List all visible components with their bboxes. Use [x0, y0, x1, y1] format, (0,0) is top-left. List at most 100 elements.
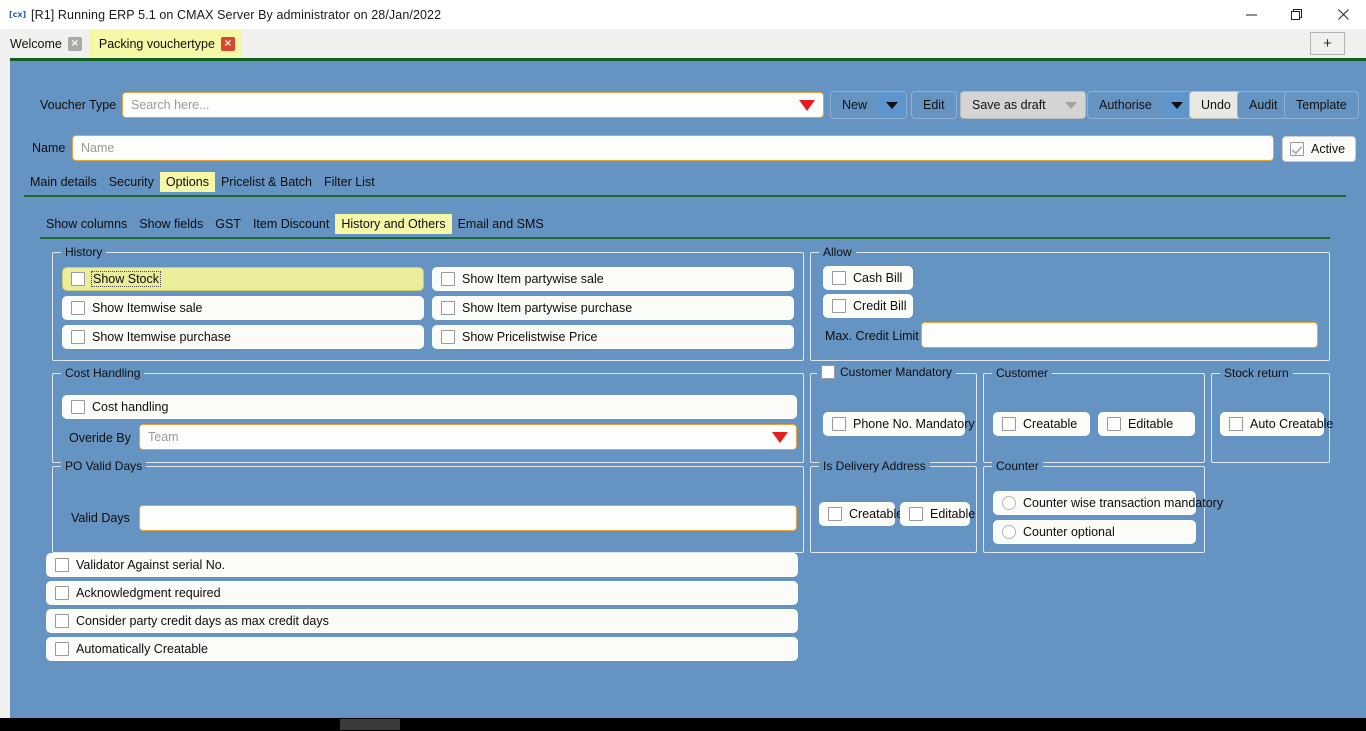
authorise-button[interactable]: Authorise — [1087, 91, 1192, 119]
option-counter-wise-transaction-mandatory[interactable]: Counter wise transaction mandatory — [993, 491, 1196, 515]
tab-pricelist-batch[interactable]: Pricelist & Batch — [215, 172, 318, 192]
save-as-draft-button[interactable]: Save as draft — [960, 91, 1086, 119]
option-consider-party-credit-days[interactable]: Consider party credit days as max credit… — [46, 609, 798, 633]
option-credit-bill[interactable]: Credit Bill — [823, 294, 913, 318]
undo-button[interactable]: Undo — [1189, 91, 1243, 119]
scrollbar-thumb[interactable] — [340, 719, 400, 730]
window-controls — [1228, 0, 1366, 29]
option-phone-no-mandatory[interactable]: Phone No. Mandatory — [823, 412, 965, 436]
sub-tab-underline — [40, 237, 1330, 239]
option-show-itemwise-sale[interactable]: Show Itemwise sale — [62, 296, 424, 320]
checkbox-icon[interactable] — [832, 299, 846, 313]
po-valid-days-group-title: PO Valid Days — [61, 459, 146, 473]
audit-button[interactable]: Audit — [1237, 91, 1290, 119]
option-customer-creatable[interactable]: Creatable — [993, 412, 1090, 436]
customer-mandatory-group-title[interactable]: Customer Mandatory — [817, 365, 956, 379]
checkbox-icon[interactable] — [441, 301, 455, 315]
option-label: Counter wise transaction mandatory — [1023, 496, 1223, 510]
tab-security[interactable]: Security — [103, 172, 160, 192]
checkbox-icon[interactable] — [1002, 417, 1016, 431]
checkbox-icon[interactable] — [1107, 417, 1121, 431]
subtab-email-and-sms[interactable]: Email and SMS — [452, 214, 550, 234]
checkbox-icon[interactable] — [55, 614, 69, 628]
subtab-history-and-others[interactable]: History and Others — [335, 214, 451, 234]
tab-main-details[interactable]: Main details — [24, 172, 103, 192]
checkbox-icon[interactable] — [55, 558, 69, 572]
option-delivery-creatable[interactable]: Creatable — [819, 502, 895, 526]
valid-days-input[interactable] — [139, 505, 797, 531]
option-label: Cost handling — [92, 400, 168, 414]
maximize-button[interactable] — [1274, 0, 1320, 29]
option-acknowledgment-required[interactable]: Acknowledgment required — [46, 581, 798, 605]
max-credit-limit-input[interactable] — [921, 322, 1318, 348]
option-cost-handling[interactable]: Cost handling — [62, 395, 797, 419]
edit-button[interactable]: Edit — [911, 91, 957, 119]
authorise-dropdown-icon[interactable] — [1163, 92, 1191, 118]
subtab-item-discount[interactable]: Item Discount — [247, 214, 335, 234]
new-dropdown-icon[interactable] — [878, 92, 906, 118]
option-show-item-partywise-purchase[interactable]: Show Item partywise purchase — [432, 296, 794, 320]
option-customer-editable[interactable]: Editable — [1098, 412, 1195, 436]
title-bar: [cx] [R1] Running ERP 5.1 on CMAX Server… — [0, 0, 1366, 29]
main-tab-underline — [24, 195, 1346, 197]
option-auto-creatable[interactable]: Auto Creatable — [1220, 412, 1324, 436]
checkbox-icon[interactable] — [1290, 142, 1304, 156]
option-counter-optional[interactable]: Counter optional — [993, 520, 1196, 544]
edit-button-label: Edit — [912, 92, 956, 118]
override-by-input[interactable]: Team — [139, 424, 797, 450]
tab-close-icon[interactable]: × — [221, 37, 235, 51]
dropdown-arrow-icon[interactable] — [799, 100, 815, 111]
subtab-show-columns[interactable]: Show columns — [40, 214, 133, 234]
valid-days-label: Valid Days — [71, 511, 130, 525]
option-delivery-editable[interactable]: Editable — [900, 502, 970, 526]
tab-filter-list[interactable]: Filter List — [318, 172, 381, 192]
bottom-scroll-bar[interactable] — [0, 718, 1366, 731]
option-label: Consider party credit days as max credit… — [76, 614, 329, 628]
checkbox-icon[interactable] — [441, 330, 455, 344]
checkbox-icon[interactable] — [71, 301, 85, 315]
option-cash-bill[interactable]: Cash Bill — [823, 266, 913, 290]
save-dropdown-icon[interactable] — [1057, 92, 1085, 118]
option-label: Cash Bill — [853, 271, 902, 285]
option-show-itemwise-purchase[interactable]: Show Itemwise purchase — [62, 325, 424, 349]
subtab-gst[interactable]: GST — [209, 214, 247, 234]
option-label: Automatically Creatable — [76, 642, 208, 656]
new-button[interactable]: New — [830, 91, 907, 119]
tab-close-icon[interactable]: × — [68, 37, 82, 51]
option-automatically-creatable[interactable]: Automatically Creatable — [46, 637, 798, 661]
minimize-button[interactable] — [1228, 0, 1274, 29]
checkbox-icon[interactable] — [441, 272, 455, 286]
checkbox-icon[interactable] — [828, 507, 842, 521]
voucher-type-input[interactable]: Search here... — [122, 92, 824, 118]
checkbox-icon[interactable] — [832, 271, 846, 285]
checkbox-icon[interactable] — [821, 365, 835, 379]
option-validator-against-serial-no[interactable]: Validator Against serial No. — [46, 553, 798, 577]
subtab-show-fields[interactable]: Show fields — [133, 214, 209, 234]
active-checkbox[interactable]: Active — [1282, 136, 1356, 162]
option-label: Show Itemwise sale — [92, 301, 202, 315]
checkbox-icon[interactable] — [1229, 417, 1243, 431]
option-show-stock[interactable]: Show Stock — [62, 267, 424, 291]
radio-icon[interactable] — [1002, 496, 1016, 510]
radio-icon[interactable] — [1002, 525, 1016, 539]
checkbox-icon[interactable] — [71, 330, 85, 344]
name-input[interactable]: Name — [72, 135, 1274, 161]
checkbox-icon[interactable] — [55, 642, 69, 656]
dropdown-arrow-icon[interactable] — [772, 432, 788, 443]
new-tab-button[interactable]: + — [1310, 32, 1345, 55]
checkbox-icon[interactable] — [55, 586, 69, 600]
checkbox-icon[interactable] — [832, 417, 846, 431]
options-panel: Voucher Type Search here... New Edit Sav… — [10, 61, 1366, 718]
option-show-item-partywise-sale[interactable]: Show Item partywise sale — [432, 267, 794, 291]
close-button[interactable] — [1320, 0, 1366, 29]
allow-group: Allow Cash Bill Credit Bill Max. Credit … — [810, 252, 1330, 361]
checkbox-icon[interactable] — [71, 400, 85, 414]
checkbox-icon[interactable] — [71, 272, 85, 286]
tab-welcome[interactable]: Welcome × — [0, 29, 89, 58]
tab-packing-vouchertype[interactable]: Packing vouchertype × — [89, 29, 242, 58]
checkbox-icon[interactable] — [909, 507, 923, 521]
tab-options[interactable]: Options — [160, 172, 215, 192]
override-by-label: Overide By — [69, 431, 131, 445]
option-show-pricelistwise-price[interactable]: Show Pricelistwise Price — [432, 325, 794, 349]
template-button[interactable]: Template — [1284, 91, 1359, 119]
